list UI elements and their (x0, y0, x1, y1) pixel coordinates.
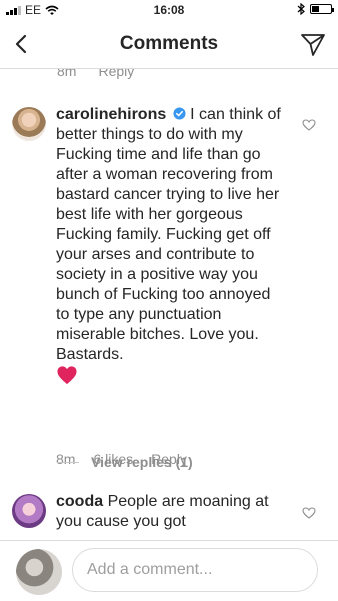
comment-username[interactable]: cooda (56, 493, 103, 510)
bluetooth-icon (297, 3, 305, 15)
current-user-avatar (16, 549, 62, 595)
previous-comment-time: 8m (57, 69, 77, 79)
view-replies-divider (57, 461, 79, 463)
previous-comment-meta: 8m Reply (57, 69, 134, 79)
avatar[interactable] (12, 494, 46, 528)
comment-text: cooda People are moaning at you cause yo… (56, 492, 288, 532)
red-heart-emoji (57, 366, 77, 385)
comments-header: Comments (0, 20, 338, 69)
page-title: Comments (119, 33, 219, 54)
comment-input-bar (0, 540, 338, 601)
avatar[interactable] (12, 107, 46, 141)
status-bar: EE 16:08 (0, 0, 338, 20)
heart-outline-icon[interactable] (302, 507, 316, 519)
previous-reply-button[interactable]: Reply (98, 69, 134, 79)
battery-icon (310, 4, 334, 14)
comment-username[interactable]: carolinehirons (56, 106, 166, 123)
view-replies-label[interactable]: View replies (1) (91, 454, 193, 470)
paper-plane-icon[interactable] (300, 31, 326, 57)
add-comment-input[interactable] (72, 548, 318, 592)
status-right (297, 3, 334, 15)
view-replies-button[interactable]: View replies (1) (57, 454, 193, 470)
comment-body: I can think of better things to do with … (56, 106, 281, 363)
comments-list[interactable]: 8m Reply carolinehirons I can think of b… (0, 69, 338, 540)
heart-outline-icon[interactable] (302, 119, 316, 131)
status-time: 16:08 (153, 3, 185, 17)
comment-text: carolinehirons I can think of better thi… (56, 105, 288, 388)
verified-badge-icon (173, 107, 186, 120)
